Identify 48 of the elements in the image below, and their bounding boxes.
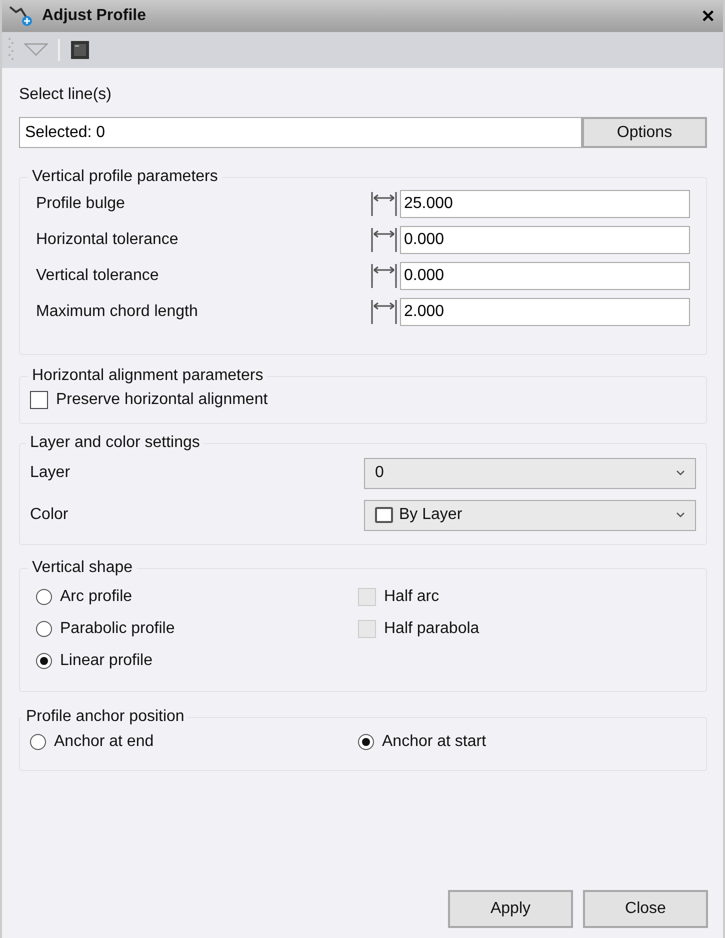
- radio-button[interactable]: [30, 734, 46, 750]
- apply-button[interactable]: Apply: [448, 890, 573, 928]
- select-lines-label: Select line(s): [19, 86, 112, 104]
- radio-label: Linear profile: [60, 652, 152, 670]
- number-field[interactable]: 2.000: [400, 298, 690, 326]
- group-title: Vertical profile parameters: [31, 168, 219, 186]
- distance-icon: [370, 262, 398, 290]
- distance-icon: [370, 190, 398, 218]
- field-label: Horizontal tolerance: [36, 231, 180, 249]
- field-label: Profile bulge: [36, 195, 126, 213]
- group-title: Horizontal alignment parameters: [31, 367, 264, 385]
- dropdown[interactable]: 0: [364, 458, 696, 488]
- radio-button[interactable]: [36, 653, 52, 669]
- field-label: Vertical tolerance: [36, 267, 160, 285]
- field-label: Color: [30, 506, 70, 524]
- color-swatch-icon: [375, 507, 393, 523]
- close-button[interactable]: ✕: [699, 6, 717, 26]
- distance-icon: [370, 298, 398, 326]
- field-label: Maximum chord length: [36, 303, 199, 321]
- distance-icon: [370, 226, 398, 254]
- options-button[interactable]: Options: [582, 117, 707, 148]
- caret-icon: [676, 512, 685, 518]
- radio-label: Anchor at start: [382, 733, 486, 751]
- profile-line-icon: [8, 4, 34, 28]
- group-title: Vertical shape: [31, 559, 134, 577]
- number-field[interactable]: 0.000: [400, 226, 690, 254]
- checkbox-label: Half arc: [384, 588, 440, 606]
- radio-button[interactable]: [36, 589, 52, 605]
- checkbox[interactable]: [30, 391, 48, 409]
- group-title: Layer and color settings: [29, 434, 201, 452]
- checkbox-label: Half parabola: [384, 620, 480, 638]
- radio-label: Anchor at end: [54, 733, 154, 751]
- radio-label: Arc profile: [60, 588, 132, 606]
- checkbox-label: Preserve horizontal alignment: [56, 391, 268, 409]
- caret-icon: [676, 470, 685, 476]
- radio-button[interactable]: [358, 734, 374, 750]
- grip-icon: [8, 37, 14, 63]
- dropdown[interactable]: By Layer: [364, 500, 696, 530]
- close-dialog-button[interactable]: Close: [583, 890, 708, 928]
- command-window-icon[interactable]: [70, 40, 90, 60]
- radio-label: Parabolic profile: [60, 620, 175, 638]
- number-field[interactable]: 0.000: [400, 262, 690, 290]
- selection-field[interactable]: Selected: 0: [19, 117, 582, 148]
- field-label: Layer: [30, 464, 72, 482]
- group-title: Profile anchor position: [25, 708, 186, 726]
- number-field[interactable]: 25.000: [400, 190, 690, 218]
- radio-button[interactable]: [36, 621, 52, 637]
- window-title: Adjust Profile: [42, 7, 148, 25]
